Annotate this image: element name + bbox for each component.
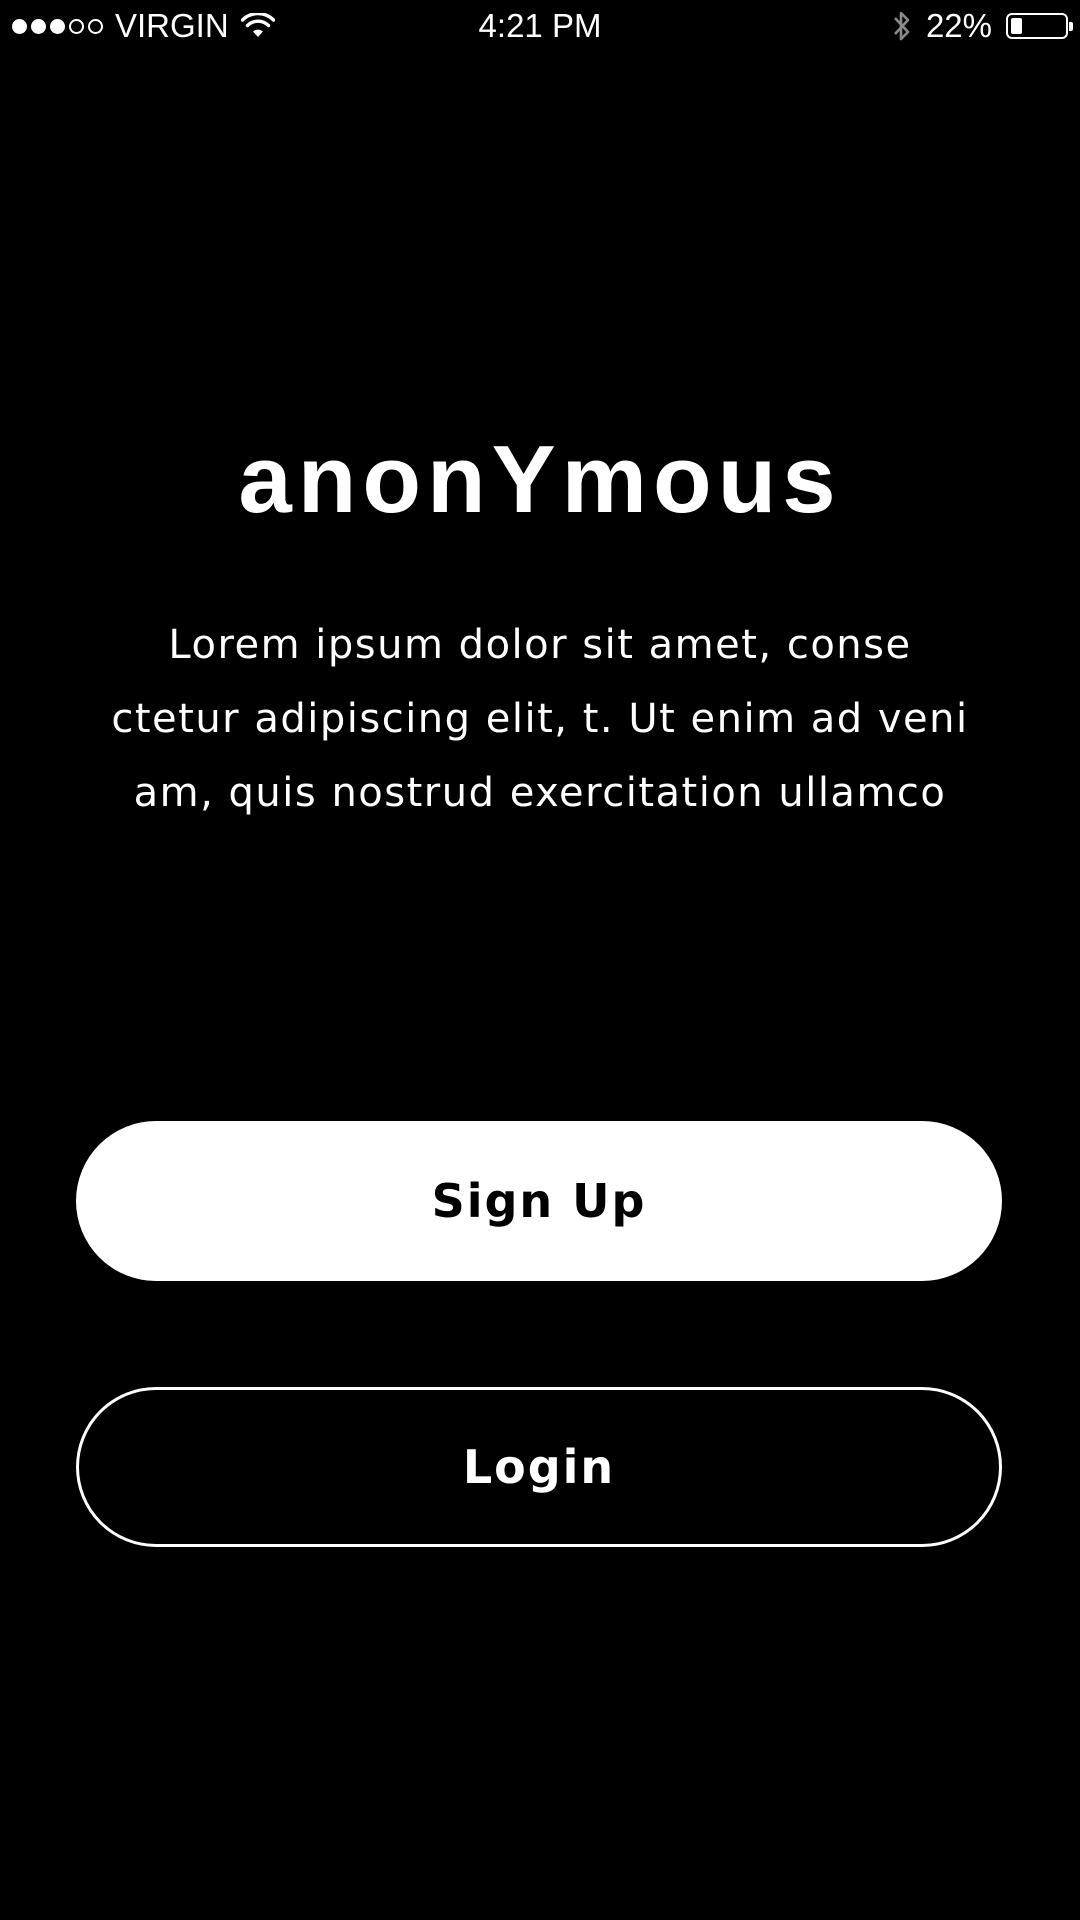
battery-percent: 22% [925, 7, 992, 44]
login-label: Login [462, 1440, 616, 1494]
status-bar: VIRGIN 4:21 PM 22% [0, 0, 1080, 52]
status-right: 22% [892, 6, 1073, 46]
tagline-line: am, quis nostrud exercitation ullamco [133, 770, 947, 816]
app-title: anonYmous [238, 426, 842, 533]
tagline-line: Lorem ipsum dolor sit amet, conse [168, 622, 912, 668]
battery-level-fill [1011, 18, 1022, 34]
tagline-line: ctetur adipiscing elit, t. Ut enim ad ve… [111, 696, 969, 742]
tagline: Lorem ipsum dolor sit amet, conse ctetur… [80, 608, 1000, 830]
battery-icon [1006, 13, 1073, 39]
sign-up-label: Sign Up [431, 1174, 647, 1228]
sign-up-button[interactable]: Sign Up [76, 1121, 1002, 1281]
login-button[interactable]: Login [76, 1387, 1002, 1547]
bluetooth-icon [892, 8, 926, 44]
